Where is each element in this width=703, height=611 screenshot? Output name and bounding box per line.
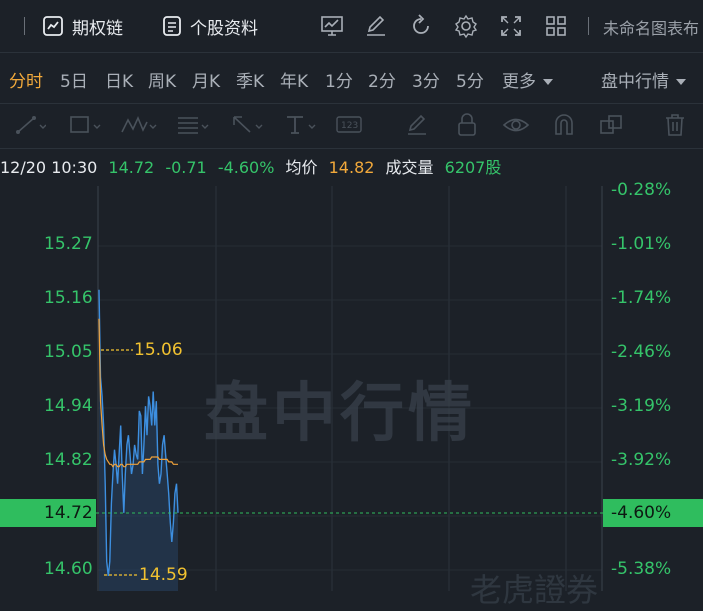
- gear-icon[interactable]: [453, 13, 479, 39]
- divider: [0, 148, 703, 149]
- tab-period-3min[interactable]: 3分: [412, 67, 440, 92]
- document-icon: [163, 16, 181, 36]
- arrow-tool-icon[interactable]: [230, 112, 264, 138]
- chart-icon: [43, 16, 63, 36]
- pattern-tool-icon[interactable]: [120, 112, 158, 138]
- eye-icon[interactable]: [502, 112, 530, 138]
- avg-price-value: 14.82: [328, 158, 375, 177]
- chart-layout-name[interactable]: 未命名图表布: [603, 15, 699, 39]
- current-pct-label: -4.60%: [611, 503, 672, 523]
- y-axis-pct-label: -0.28%: [611, 180, 672, 200]
- y-axis-price-label: 15.05: [44, 342, 93, 362]
- drawing-toolbar: 123: [0, 104, 703, 148]
- quote-info-line: 12/20 10:30 14.72 -0.71 -4.60% 均价 14.82 …: [0, 154, 507, 180]
- options-chain-label: 期权链: [72, 18, 123, 39]
- trend-line-tool-icon[interactable]: [14, 112, 47, 138]
- y-axis-price-label: 14.82: [44, 450, 93, 470]
- y-axis-pct-label: -1.74%: [611, 288, 672, 308]
- y-axis-pct-label: -2.46%: [611, 342, 672, 362]
- change-value: -0.71: [165, 158, 207, 177]
- svg-text:123: 123: [341, 121, 358, 131]
- chevron-down-icon: [676, 79, 686, 85]
- y-axis-price-label: 14.94: [44, 396, 93, 416]
- tab-period-1min[interactable]: 1分: [325, 67, 353, 92]
- y-axis-pct-label: -5.38%: [611, 559, 672, 579]
- period-tabs: 分时 5日 日K 周K 月K 季K 年K 1分 2分 3分 5分 更多 盘中行情: [0, 53, 703, 103]
- tab-period-5day[interactable]: 5日: [60, 67, 88, 92]
- rectangle-tool-icon[interactable]: [68, 112, 102, 138]
- tab-period-quarterly[interactable]: 季K: [236, 67, 264, 92]
- current-price-highlight: 14.72: [0, 499, 96, 527]
- y-axis-pct-label: -3.19%: [611, 396, 672, 416]
- toolbar-divider: [588, 17, 589, 35]
- change-pct-value: -4.60%: [217, 158, 275, 177]
- tab-period-weekly[interactable]: 周K: [148, 67, 176, 92]
- market-label: 盘中行情: [601, 72, 669, 92]
- y-axis-pct-label: -3.92%: [611, 450, 672, 470]
- price-area-fill: [99, 289, 178, 591]
- fullscreen-icon[interactable]: [498, 13, 524, 39]
- tab-period-2min[interactable]: 2分: [368, 67, 396, 92]
- fibonacci-tool-icon[interactable]: [176, 112, 210, 138]
- datetime-value: 12/20 10:30: [0, 158, 98, 177]
- stock-profile-label: 个股资料: [190, 18, 258, 39]
- tab-period-monthly[interactable]: 月K: [192, 67, 220, 92]
- current-pct-highlight: -4.60%: [603, 499, 703, 527]
- avg-price-label: 均价: [285, 158, 318, 177]
- options-chain-button[interactable]: 期权链: [42, 12, 123, 40]
- tab-period-daily[interactable]: 日K: [105, 67, 133, 92]
- y-axis-price-label: 14.60: [44, 559, 93, 579]
- text-tool-icon[interactable]: [283, 112, 317, 138]
- toolbar-divider: [24, 17, 25, 35]
- layout-grid-icon[interactable]: [543, 13, 569, 39]
- volume-value: 6207股: [444, 158, 502, 177]
- tab-period-intraday[interactable]: 分时: [9, 67, 43, 92]
- more-periods-dropdown[interactable]: 更多: [502, 67, 553, 92]
- copy-icon[interactable]: [598, 112, 624, 138]
- y-axis-price-label: 15.27: [44, 234, 93, 254]
- edit-icon[interactable]: [363, 13, 389, 39]
- broker-watermark: 老虎證券: [470, 571, 599, 609]
- tab-period-5min[interactable]: 5分: [456, 67, 484, 92]
- low-price-marker: 14.59: [139, 565, 188, 585]
- price-value: 14.72: [108, 158, 155, 177]
- price-label-tool-icon[interactable]: 123: [335, 112, 365, 138]
- volume-label: 成交量: [385, 158, 434, 177]
- watermark-text: 盘中行情: [204, 377, 476, 451]
- y-axis-price-label: 15.16: [44, 288, 93, 308]
- current-price-label: 14.72: [44, 503, 93, 523]
- more-label: 更多: [502, 72, 536, 92]
- pencil-icon[interactable]: [404, 112, 430, 138]
- tab-period-yearly[interactable]: 年K: [280, 67, 308, 92]
- market-session-dropdown[interactable]: 盘中行情: [601, 67, 686, 92]
- trash-icon[interactable]: [663, 112, 687, 138]
- refresh-icon[interactable]: [408, 13, 434, 39]
- stock-profile-button[interactable]: 个股资料: [162, 12, 258, 40]
- indicator-icon[interactable]: [319, 13, 345, 39]
- lock-icon[interactable]: [454, 112, 480, 138]
- top-toolbar: 期权链 个股资料 未命名图表布: [0, 0, 703, 52]
- high-price-marker: 15.06: [134, 340, 183, 360]
- y-axis-pct-label: -1.01%: [611, 234, 672, 254]
- magnet-icon[interactable]: [551, 112, 577, 138]
- chevron-down-icon: [543, 79, 553, 85]
- price-line: [98, 289, 179, 576]
